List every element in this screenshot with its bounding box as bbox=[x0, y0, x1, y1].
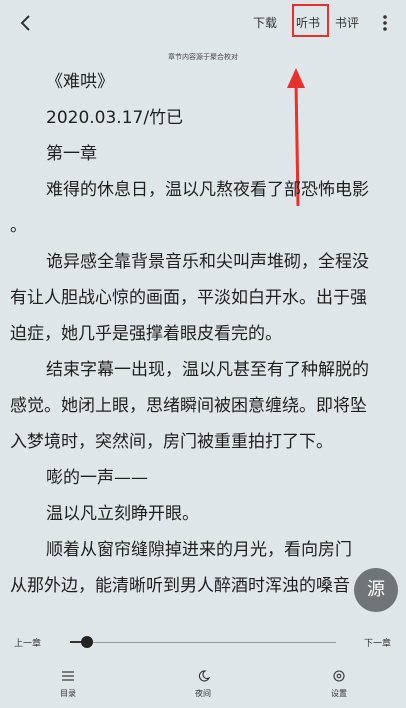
book-review-button[interactable]: 书评 bbox=[335, 14, 359, 31]
progress-thumb[interactable] bbox=[81, 636, 94, 648]
text-line: 温以凡立刻睁开眼。 bbox=[46, 504, 199, 524]
text-line: 感觉。她闭上眼，思绪瞬间被困意缠绕。即将坠 bbox=[10, 396, 367, 416]
text-line: 顺着从窗帘缝隙掉进来的月光，看向房门 bbox=[46, 540, 352, 560]
chapter-navigation: 上一章 下一章 bbox=[0, 630, 406, 654]
switch-source-button[interactable]: 源 bbox=[354, 568, 398, 612]
text-line: 从那外边，能清晰听到男人醉酒时浑浊的嗓音 bbox=[10, 576, 350, 596]
top-toolbar: 下载 听书 书评 bbox=[0, 0, 406, 46]
bottom-toolbar: 目录 夜间 设置 bbox=[0, 664, 406, 708]
text-line: 嘭的一声—— bbox=[46, 468, 148, 488]
book-title: 《难哄》 bbox=[46, 72, 114, 92]
settings-label: 设置 bbox=[331, 689, 347, 698]
next-chapter-button[interactable]: 下一章 bbox=[364, 636, 391, 649]
text-line: 迫症，她几乎是强撑着眼皮看完的。 bbox=[10, 324, 282, 344]
chapter-title: 第一章 bbox=[46, 144, 97, 164]
listen-button-highlight bbox=[292, 4, 329, 37]
toc-button[interactable]: 目录 bbox=[38, 670, 98, 699]
more-vertical-icon[interactable] bbox=[378, 13, 392, 33]
text-line: 结束字幕一出现，温以凡甚至有了种解脱的 bbox=[46, 360, 369, 380]
night-label: 夜间 bbox=[195, 689, 211, 698]
text-line: 入梦境时，突然间，房门被重重拍打了下。 bbox=[10, 432, 333, 452]
text-line: 诡异感全靠背景音乐和尖叫声堆砌，全程没 bbox=[46, 252, 369, 272]
menu-list-icon bbox=[62, 671, 74, 681]
reading-content: 《难哄》 2020.03.17/竹已 第一章 难得的休息日，温以凡熬夜看了部恐怖… bbox=[10, 64, 398, 604]
moon-icon bbox=[198, 670, 210, 682]
text-line: 难得的休息日，温以凡熬夜看了部恐怖电影 bbox=[46, 180, 369, 200]
text-line: 。 bbox=[10, 216, 27, 236]
toc-label: 目录 bbox=[60, 689, 76, 698]
download-button[interactable]: 下载 bbox=[253, 14, 277, 31]
night-mode-button[interactable]: 夜间 bbox=[173, 670, 233, 699]
prev-chapter-button[interactable]: 上一章 bbox=[14, 636, 41, 649]
progress-slider[interactable] bbox=[70, 642, 336, 643]
book-date-author: 2020.03.17/竹已 bbox=[46, 108, 184, 128]
settings-icon bbox=[333, 670, 345, 682]
back-arrow-icon[interactable] bbox=[16, 13, 36, 33]
text-line: 有让人胆战心惊的画面，平淡如白开水。出于强 bbox=[10, 288, 367, 308]
source-note: 章节内容源于聚合枚对 bbox=[168, 53, 238, 61]
settings-button[interactable]: 设置 bbox=[309, 670, 369, 699]
